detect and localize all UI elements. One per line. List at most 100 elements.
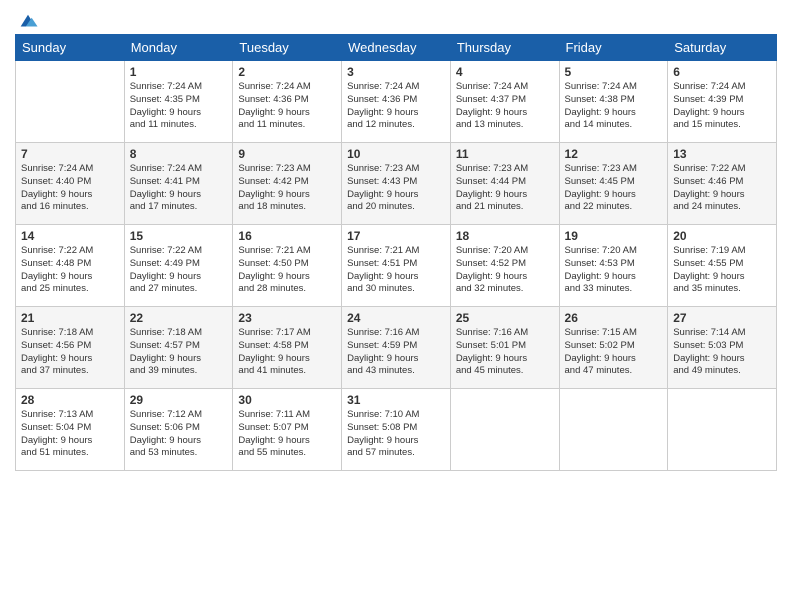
weekday-header: Wednesday [342,35,451,61]
cell-info: Sunrise: 7:14 AM Sunset: 5:03 PM Dayligh… [673,327,771,378]
cell-info: Sunrise: 7:16 AM Sunset: 4:59 PM Dayligh… [347,327,445,378]
calendar-cell: 16 Sunrise: 7:21 AM Sunset: 4:50 PM Dayli… [233,225,342,307]
calendar-cell: 22 Sunrise: 7:18 AM Sunset: 4:57 PM Dayli… [124,307,233,389]
week-row: 1 Sunrise: 7:24 AM Sunset: 4:35 PM Daylig… [16,61,777,143]
calendar-cell: 31Sunrise: 7:10 AM Sunset: 5:08 PM Dayli… [342,389,451,471]
calendar-cell: 3Sunrise: 7:24 AM Sunset: 4:36 PM Daylig… [342,61,451,143]
weekday-header: Sunday [16,35,125,61]
day-number: 25 [456,311,554,325]
calendar-cell: 20 Sunrise: 7:19 AM Sunset: 4:55 PM Dayli… [668,225,777,307]
cell-info: Sunrise: 7:22 AM Sunset: 4:49 PM Dayligh… [130,245,228,296]
day-number: 21 [21,311,119,325]
cell-info: Sunrise: 7:22 AM Sunset: 4:48 PM Dayligh… [21,245,119,296]
calendar-cell: 1 Sunrise: 7:24 AM Sunset: 4:35 PM Daylig… [124,61,233,143]
calendar-cell: 19Sunrise: 7:20 AM Sunset: 4:53 PM Dayli… [559,225,668,307]
cell-info: Sunrise: 7:11 AM Sunset: 5:07 PM Dayligh… [238,409,336,460]
calendar-cell: 2 Sunrise: 7:24 AM Sunset: 4:36 PM Daylig… [233,61,342,143]
calendar-cell [559,389,668,471]
calendar-cell: 17 Sunrise: 7:21 AM Sunset: 4:51 PM Dayli… [342,225,451,307]
calendar-cell: 13 Sunrise: 7:22 AM Sunset: 4:46 PM Dayli… [668,143,777,225]
calendar-cell: 27Sunrise: 7:14 AM Sunset: 5:03 PM Dayli… [668,307,777,389]
day-number: 22 [130,311,228,325]
weekday-header: Saturday [668,35,777,61]
cell-info: Sunrise: 7:18 AM Sunset: 4:56 PM Dayligh… [21,327,119,378]
day-number: 2 [238,65,336,79]
calendar-cell: 21 Sunrise: 7:18 AM Sunset: 4:56 PM Dayli… [16,307,125,389]
day-number: 17 [347,229,445,243]
logo-icon [17,10,39,32]
calendar-cell: 14 Sunrise: 7:22 AM Sunset: 4:48 PM Dayli… [16,225,125,307]
cell-info: Sunrise: 7:24 AM Sunset: 4:39 PM Dayligh… [673,81,771,132]
day-number: 18 [456,229,554,243]
calendar-cell: 15 Sunrise: 7:22 AM Sunset: 4:49 PM Dayli… [124,225,233,307]
week-row: 14 Sunrise: 7:22 AM Sunset: 4:48 PM Dayli… [16,225,777,307]
day-number: 24 [347,311,445,325]
calendar-cell [450,389,559,471]
day-number: 29 [130,393,228,407]
cell-info: Sunrise: 7:23 AM Sunset: 4:42 PM Dayligh… [238,163,336,214]
page: SundayMondayTuesdayWednesdayThursdayFrid… [0,0,792,612]
week-row: 28 Sunrise: 7:13 AM Sunset: 5:04 PM Dayli… [16,389,777,471]
day-number: 28 [21,393,119,407]
cell-info: Sunrise: 7:23 AM Sunset: 4:43 PM Dayligh… [347,163,445,214]
calendar-cell: 23Sunrise: 7:17 AM Sunset: 4:58 PM Dayli… [233,307,342,389]
weekday-header: Friday [559,35,668,61]
calendar-cell: 6 Sunrise: 7:24 AM Sunset: 4:39 PM Daylig… [668,61,777,143]
cell-info: Sunrise: 7:12 AM Sunset: 5:06 PM Dayligh… [130,409,228,460]
calendar-cell [668,389,777,471]
cell-info: Sunrise: 7:24 AM Sunset: 4:37 PM Dayligh… [456,81,554,132]
day-number: 26 [565,311,663,325]
calendar-cell: 12 Sunrise: 7:23 AM Sunset: 4:45 PM Dayli… [559,143,668,225]
cell-info: Sunrise: 7:13 AM Sunset: 5:04 PM Dayligh… [21,409,119,460]
day-number: 4 [456,65,554,79]
header-row: SundayMondayTuesdayWednesdayThursdayFrid… [16,35,777,61]
calendar-cell: 5Sunrise: 7:24 AM Sunset: 4:38 PM Daylig… [559,61,668,143]
week-row: 7Sunrise: 7:24 AM Sunset: 4:40 PM Daylig… [16,143,777,225]
cell-info: Sunrise: 7:21 AM Sunset: 4:50 PM Dayligh… [238,245,336,296]
cell-info: Sunrise: 7:24 AM Sunset: 4:41 PM Dayligh… [130,163,228,214]
cell-info: Sunrise: 7:24 AM Sunset: 4:36 PM Dayligh… [238,81,336,132]
header [15,10,777,26]
weekday-header: Monday [124,35,233,61]
day-number: 13 [673,147,771,161]
day-number: 1 [130,65,228,79]
calendar-cell: 25Sunrise: 7:16 AM Sunset: 5:01 PM Dayli… [450,307,559,389]
day-number: 16 [238,229,336,243]
day-number: 11 [456,147,554,161]
day-number: 15 [130,229,228,243]
calendar-cell [16,61,125,143]
cell-info: Sunrise: 7:15 AM Sunset: 5:02 PM Dayligh… [565,327,663,378]
day-number: 7 [21,147,119,161]
logo [15,10,39,26]
cell-info: Sunrise: 7:21 AM Sunset: 4:51 PM Dayligh… [347,245,445,296]
cell-info: Sunrise: 7:17 AM Sunset: 4:58 PM Dayligh… [238,327,336,378]
cell-info: Sunrise: 7:23 AM Sunset: 4:44 PM Dayligh… [456,163,554,214]
calendar-cell: 18Sunrise: 7:20 AM Sunset: 4:52 PM Dayli… [450,225,559,307]
week-row: 21 Sunrise: 7:18 AM Sunset: 4:56 PM Dayli… [16,307,777,389]
weekday-header: Thursday [450,35,559,61]
day-number: 6 [673,65,771,79]
cell-info: Sunrise: 7:24 AM Sunset: 4:35 PM Dayligh… [130,81,228,132]
calendar-cell: 7Sunrise: 7:24 AM Sunset: 4:40 PM Daylig… [16,143,125,225]
cell-info: Sunrise: 7:10 AM Sunset: 5:08 PM Dayligh… [347,409,445,460]
day-number: 10 [347,147,445,161]
cell-info: Sunrise: 7:19 AM Sunset: 4:55 PM Dayligh… [673,245,771,296]
day-number: 12 [565,147,663,161]
cell-info: Sunrise: 7:18 AM Sunset: 4:57 PM Dayligh… [130,327,228,378]
day-number: 14 [21,229,119,243]
day-number: 19 [565,229,663,243]
calendar-cell: 29 Sunrise: 7:12 AM Sunset: 5:06 PM Dayli… [124,389,233,471]
cell-info: Sunrise: 7:22 AM Sunset: 4:46 PM Dayligh… [673,163,771,214]
calendar-cell: 11 Sunrise: 7:23 AM Sunset: 4:44 PM Dayli… [450,143,559,225]
cell-info: Sunrise: 7:23 AM Sunset: 4:45 PM Dayligh… [565,163,663,214]
calendar-cell: 10 Sunrise: 7:23 AM Sunset: 4:43 PM Dayli… [342,143,451,225]
day-number: 30 [238,393,336,407]
day-number: 3 [347,65,445,79]
calendar-table: SundayMondayTuesdayWednesdayThursdayFrid… [15,34,777,471]
calendar-cell: 8Sunrise: 7:24 AM Sunset: 4:41 PM Daylig… [124,143,233,225]
weekday-header: Tuesday [233,35,342,61]
day-number: 20 [673,229,771,243]
calendar-cell: 9 Sunrise: 7:23 AM Sunset: 4:42 PM Daylig… [233,143,342,225]
calendar-cell: 28 Sunrise: 7:13 AM Sunset: 5:04 PM Dayli… [16,389,125,471]
day-number: 9 [238,147,336,161]
